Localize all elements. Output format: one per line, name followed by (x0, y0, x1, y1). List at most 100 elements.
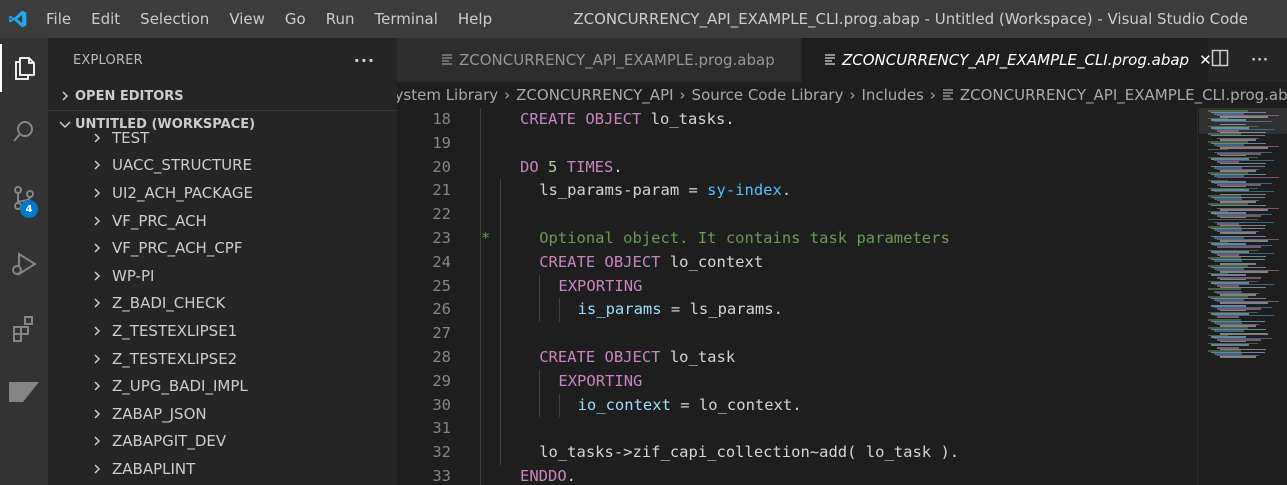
indent-guide (480, 108, 481, 485)
folder-item[interactable]: Z_BADI_CHECK (48, 290, 397, 318)
line-number: 33 (432, 467, 451, 485)
menu-bar: File Edit Selection View Go Run Terminal Help (36, 0, 502, 38)
code-line: 27 (397, 322, 1197, 346)
extensions-icon[interactable] (0, 304, 48, 352)
more-actions-icon[interactable]: ··· (354, 51, 375, 70)
code-token: lo_tasks->zif_capi_collection~add( lo_ta… (539, 443, 960, 462)
code-text: io_context = lo_context. (578, 394, 802, 418)
chevron-right-icon (92, 297, 106, 309)
folder-item[interactable]: ZABAPLINT (48, 455, 397, 483)
menu-edit[interactable]: Edit (81, 0, 130, 38)
folder-item[interactable]: Z_TESTEXLIPSE1 (48, 317, 397, 345)
code-editor[interactable]: 18 CREATE OBJECT lo_tasks. 19 20 DO 5 TIMES.… (397, 108, 1197, 485)
folder-item[interactable]: TEST (48, 124, 397, 152)
explorer-icon[interactable] (0, 44, 48, 92)
code-text: is_params = ls_params. (578, 298, 783, 322)
chevron-right-icon: › (679, 86, 686, 104)
comment-marker: * (481, 229, 491, 247)
breadcrumb-item[interactable]: ZCONCURRENCY_API_EXAMPLE_CLI.prog.abap (960, 86, 1287, 104)
folder-label: Z_TESTEXLIPSE2 (112, 349, 238, 368)
minimap-line (1217, 246, 1261, 248)
menu-view[interactable]: View (219, 0, 275, 38)
code-token: ls_params-param = (539, 181, 708, 200)
tab-example-cli[interactable]: ZCONCURRENCY_API_EXAMPLE_CLI.prog.abap ✕ (802, 38, 1212, 82)
tab-example[interactable]: ZCONCURRENCY_API_EXAMPLE.prog.abap (397, 38, 802, 82)
chevron-right-icon (92, 132, 106, 144)
menu-selection[interactable]: Selection (130, 0, 219, 38)
more-actions-icon[interactable]: ··· (1251, 53, 1269, 68)
code-line: 29 EXPORTING (397, 370, 1197, 394)
minimap-line (1220, 302, 1268, 304)
file-lines-icon (942, 86, 954, 104)
line-number: 22 (432, 205, 451, 224)
menu-help[interactable]: Help (448, 0, 502, 38)
minimap[interactable] (1197, 108, 1287, 485)
close-icon[interactable]: ✕ (1199, 51, 1212, 69)
menu-file[interactable]: File (36, 0, 81, 38)
code-text: ls_params-param = sy-index. (539, 179, 791, 203)
minimap-line (1217, 316, 1239, 318)
minimap-line (1211, 204, 1266, 207)
open-editors-section[interactable]: OPEN EDITORS (48, 82, 397, 110)
minimap-line (1214, 120, 1272, 123)
folder-item[interactable]: ZABAPGIT_DEV (48, 428, 397, 456)
menu-go[interactable]: Go (275, 0, 316, 38)
code-token: lo_tasks. (641, 110, 735, 128)
chevron-right-icon (92, 242, 106, 254)
abap-icon[interactable] (0, 368, 48, 416)
run-debug-icon[interactable] (0, 240, 48, 288)
minimap-line (1220, 356, 1256, 358)
menu-terminal[interactable]: Terminal (365, 0, 448, 38)
chevron-right-icon (92, 353, 106, 365)
folder-item[interactable]: UI2_ACH_PACKAGE (48, 179, 397, 207)
code-line: 31 (397, 417, 1197, 441)
indent-guide (558, 298, 560, 323)
code-token: . (781, 181, 792, 200)
breadcrumb-item[interactable]: System Library (397, 86, 498, 104)
breadcrumb-item[interactable]: ZCONCURRENCY_API (516, 86, 673, 104)
chevron-right-icon (92, 270, 106, 282)
minimap-line (1211, 274, 1246, 276)
breadcrumb-item[interactable]: Source Code Library (692, 86, 844, 104)
file-lines-icon (824, 51, 836, 69)
code-token: lo_task (660, 348, 736, 366)
folder-item[interactable]: Z_UPG_BADI_IMPL (48, 372, 397, 400)
code-token: Optional object. It contains task parame… (539, 229, 950, 247)
code-line: 21 ls_params-param = sy-index. (397, 179, 1197, 203)
folder-item[interactable]: ZABAP_JSON (48, 400, 397, 428)
line-number: 18 (432, 110, 451, 128)
minimap-line (1220, 232, 1256, 234)
chevron-right-icon (92, 408, 106, 420)
code-text: lo_tasks->zif_capi_collection~add( lo_ta… (539, 441, 959, 465)
line-number: 24 (432, 252, 451, 271)
code-token: TIMES (557, 157, 614, 176)
search-icon[interactable] (0, 108, 48, 156)
chevron-right-icon (92, 159, 106, 171)
folder-item[interactable]: UACC_STRUCTURE (48, 152, 397, 180)
indent-guide (538, 369, 540, 418)
editor-tabs: ZCONCURRENCY_API_EXAMPLE.prog.abap ZCONC… (397, 38, 1287, 82)
folder-item[interactable]: VF_PRC_ACH (48, 207, 397, 235)
line-number: 31 (432, 419, 451, 438)
code-line: 25 EXPORTING (397, 275, 1197, 299)
code-line: 20 DO 5 TIMES. (397, 156, 1197, 180)
folder-item[interactable]: Z_TESTEXLIPSE2 (48, 345, 397, 373)
code-line: 19 (397, 132, 1197, 156)
folder-item[interactable]: WP-PI (48, 262, 397, 290)
folder-item[interactable]: VF_PRC_ACH_CPF (48, 234, 397, 262)
line-number: 29 (432, 371, 451, 390)
chevron-right-icon (92, 215, 106, 227)
chevron-right-icon (92, 380, 106, 392)
chevron-right-icon (92, 325, 106, 337)
breadcrumb-item[interactable]: Includes (861, 86, 923, 104)
code-line: 26 is_params = ls_params. (397, 298, 1197, 322)
split-editor-icon[interactable] (1211, 49, 1229, 71)
vscode-logo-icon (0, 0, 36, 38)
explorer-header: EXPLORER ··· (48, 38, 397, 82)
code-token: 5 (538, 157, 558, 176)
minimap-line (1217, 176, 1279, 179)
explorer-title: EXPLORER (73, 52, 143, 68)
menu-run[interactable]: Run (316, 0, 365, 38)
folder-tree: TEST UACC_STRUCTURE UI2_ACH_PACKAGE VF_PRC_… (48, 124, 397, 483)
folder-label: ZABAPGIT_DEV (112, 432, 227, 451)
